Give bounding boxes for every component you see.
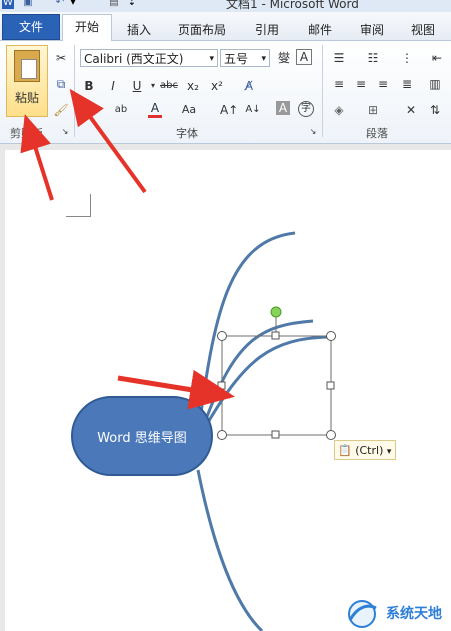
- paste-options-label: (Ctrl): [355, 444, 384, 457]
- selection-frame: [217, 306, 336, 440]
- watermark-text: 系统天地: [386, 606, 442, 622]
- branch-line: [196, 469, 264, 631]
- central-node-label: Word 思维导图: [97, 431, 187, 446]
- chevron-down-icon: ▾: [386, 447, 392, 457]
- paste-options-button[interactable]: 📋 (Ctrl) ▾: [334, 440, 396, 460]
- annotation-arrow: [69, 88, 147, 194]
- clipboard-icon: 📋: [338, 444, 352, 457]
- annotation-arrow: [117, 369, 235, 410]
- branch-line: [205, 335, 331, 425]
- annotation-arrow: [20, 114, 54, 201]
- mind-map-canvas: [20, 88, 336, 631]
